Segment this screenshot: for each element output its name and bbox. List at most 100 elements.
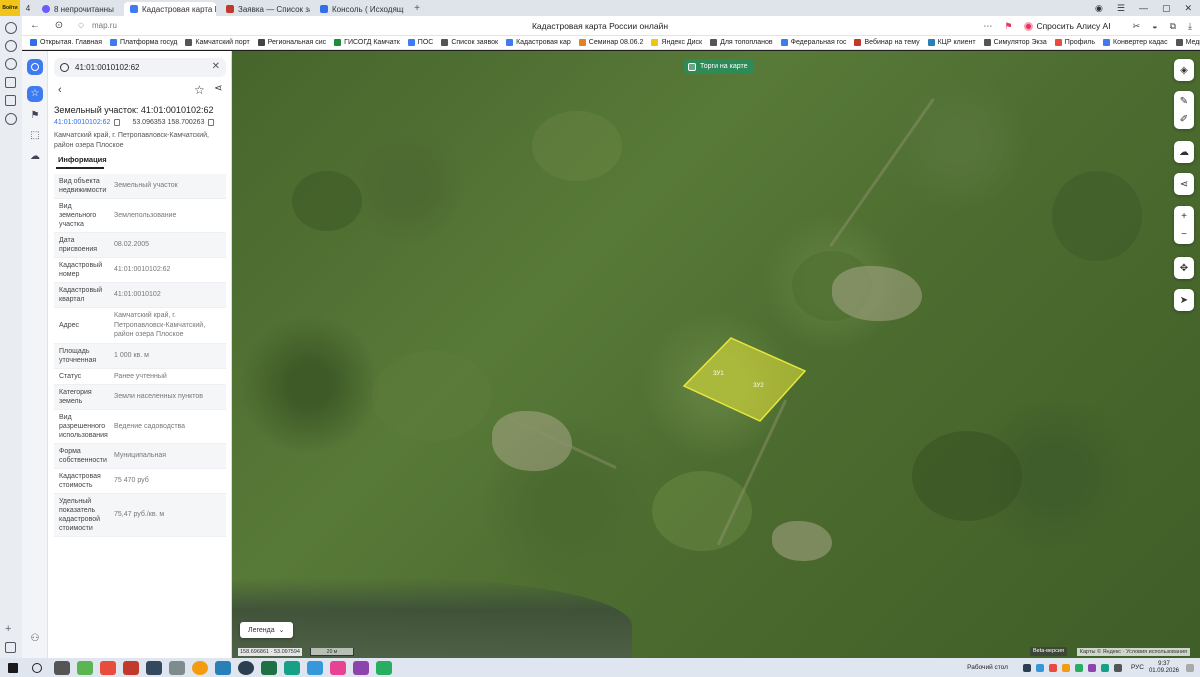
close-window-icon[interactable]: ✕ — [1184, 3, 1192, 14]
security-icon[interactable]: ◌ — [72, 17, 90, 35]
user-icon[interactable]: ⚇ — [29, 633, 41, 645]
back-icon[interactable]: ← — [26, 17, 44, 35]
tray-icon[interactable] — [1022, 663, 1031, 672]
downloads-icon[interactable]: ⤓ — [1188, 21, 1192, 32]
app-icon-3[interactable] — [123, 660, 139, 675]
app-logo-icon[interactable] — [27, 59, 43, 75]
profile-icon[interactable]: ◉ — [1095, 3, 1103, 14]
bookmark-item[interactable]: Симулятор Экза — [983, 39, 1047, 46]
hat-icon[interactable]: ◒ — [1152, 21, 1157, 31]
chrome-icon[interactable] — [192, 660, 208, 675]
bookmark-item[interactable]: ПОС — [407, 39, 433, 46]
app-icon-7[interactable] — [284, 660, 300, 675]
tools-icon[interactable]: ✂ — [1133, 21, 1141, 32]
search-icon[interactable] — [32, 662, 42, 673]
more-icon[interactable]: ⋯ — [983, 21, 992, 32]
bookmark-item[interactable]: Медицинский ко — [1175, 39, 1200, 46]
history-icon[interactable] — [5, 22, 17, 34]
minimize-icon[interactable]: — — [1139, 3, 1148, 13]
alice-side-icon[interactable] — [5, 40, 17, 52]
cloud-upload-icon[interactable]: ☁ — [1174, 143, 1194, 161]
bookmark-item[interactable]: Список заявок — [441, 39, 498, 46]
yandex-browser-icon[interactable] — [238, 660, 254, 675]
app-icon-4[interactable] — [146, 660, 162, 675]
yandex-shield-icon[interactable]: ⊙ — [50, 17, 68, 35]
tray-icon[interactable] — [1113, 663, 1122, 672]
excel-icon[interactable] — [261, 660, 277, 675]
bookmark-item[interactable]: Профиль — [1054, 39, 1095, 46]
bookmark-item[interactable]: Региональная сис — [257, 39, 326, 46]
settings-icon[interactable] — [5, 113, 17, 125]
bookmark-item[interactable]: Открытая. Главная — [30, 39, 102, 46]
share-map-icon[interactable]: ⋖ — [1174, 175, 1194, 193]
sidebar-settings-icon[interactable] — [5, 642, 16, 653]
tray-icon[interactable] — [1061, 663, 1070, 672]
clock[interactable]: 9:37 01.09.2026 — [1149, 661, 1179, 675]
tab-chats[interactable]: 8 непрочитанных чатов — [36, 2, 114, 16]
upload-control[interactable]: ☁ — [1174, 141, 1194, 163]
tray-icon[interactable] — [1048, 663, 1057, 672]
bookmark-item[interactable]: Платформа госуд — [109, 39, 177, 46]
cadastral-number-link[interactable]: 41:01:0010102:62 — [54, 119, 110, 126]
bookmark-item[interactable]: Камчатский порт — [185, 39, 250, 46]
app-icon-6[interactable] — [215, 660, 231, 675]
share-map-control[interactable]: ⋖ — [1174, 173, 1194, 195]
locate-icon[interactable]: ➤ — [1174, 291, 1194, 309]
tray-icon[interactable] — [1087, 663, 1096, 672]
edit-icon[interactable]: ✐ — [1174, 110, 1194, 128]
zoom-out-icon[interactable]: − — [1174, 225, 1194, 243]
tab-count[interactable]: 4 — [20, 0, 36, 16]
locate-control[interactable]: ➤ — [1174, 289, 1194, 311]
bookmark-item[interactable]: ГИСОГД Камчатк — [334, 39, 400, 46]
calculator-icon[interactable] — [54, 660, 70, 675]
bookmark-manager-icon[interactable]: ☰ — [1117, 3, 1125, 14]
notes-icon[interactable] — [5, 77, 16, 88]
app-icon-8[interactable] — [307, 660, 323, 675]
zoom-in-icon[interactable]: + — [1174, 207, 1194, 225]
url-field[interactable]: map.ru — [92, 21, 117, 30]
land-parcel-polygon[interactable] — [682, 337, 807, 422]
copy-coords-icon[interactable] — [208, 119, 215, 126]
app-icon-10[interactable] — [353, 660, 369, 675]
bookmark-item[interactable]: Кадастровая кар — [506, 39, 571, 46]
app-icon-11[interactable] — [376, 660, 392, 675]
back-icon[interactable]: ‹ — [58, 84, 62, 96]
app-icon-1[interactable] — [77, 660, 93, 675]
tray-icon[interactable] — [1074, 663, 1083, 672]
favorites-nav-icon[interactable]: ☆ — [27, 86, 43, 102]
layers-control[interactable]: ◈ — [1174, 59, 1194, 81]
app-icon-9[interactable] — [330, 660, 346, 675]
play-icon[interactable] — [5, 58, 17, 70]
language-indicator[interactable]: РУС — [1131, 664, 1144, 671]
legend-button[interactable]: Легенда ⌄ — [240, 622, 293, 638]
bookmark-item[interactable]: Конвертер кадас — [1103, 39, 1168, 46]
tray-icon[interactable] — [1035, 663, 1044, 672]
app-icon-2[interactable] — [100, 660, 116, 675]
copy-number-icon[interactable] — [114, 119, 121, 126]
add-panel-icon[interactable]: + — [5, 624, 17, 636]
satellite-map[interactable]: ЗУ1 ЗУ2 Торги на карте ◈ ✎ ✐ ☁ ⋖ + − ✥ ➤ … — [232, 51, 1200, 658]
ask-alice-button[interactable]: Спросить Алису AI — [1024, 21, 1111, 31]
notifications-icon[interactable] — [1186, 663, 1194, 672]
maximize-icon[interactable]: ▢ — [1162, 3, 1171, 14]
app-icon-5[interactable] — [169, 660, 185, 675]
bookmark-item[interactable]: Яндекс Диск — [651, 39, 702, 46]
tab-cadastral-map[interactable]: Кадастровая карта Ро ✕ — [124, 2, 216, 16]
extensions-icon[interactable]: ⧉ — [1170, 21, 1176, 32]
share-icon[interactable]: ⋖ — [214, 83, 222, 94]
layers-nav-icon[interactable]: ⚑ — [29, 110, 41, 122]
bookmark-item[interactable]: Семинар 08.06.2 — [578, 39, 643, 46]
bookmark-item[interactable]: КЦР клиент — [927, 39, 976, 46]
layers-icon[interactable]: ◈ — [1174, 61, 1194, 79]
tray-icon[interactable] — [1100, 663, 1109, 672]
windows-start-icon[interactable] — [8, 662, 18, 673]
tab-console[interactable]: Консоль ( Исходящие ) — [314, 2, 404, 16]
select-area-icon[interactable]: ⬚ — [29, 130, 41, 142]
bookmark-item[interactable]: Федеральная гос — [780, 39, 846, 46]
yandex-login-badge[interactable]: Войти — [0, 0, 20, 16]
tab-information[interactable]: Информация — [58, 155, 107, 164]
cloud-icon[interactable]: ☁ — [29, 151, 41, 163]
map-attribution[interactable]: Карты © Яндекс · Условия использования — [1076, 648, 1190, 656]
bookmark-item[interactable]: Для топопланов — [710, 39, 773, 46]
beta-badge[interactable]: Beta-версия — [1030, 647, 1067, 656]
